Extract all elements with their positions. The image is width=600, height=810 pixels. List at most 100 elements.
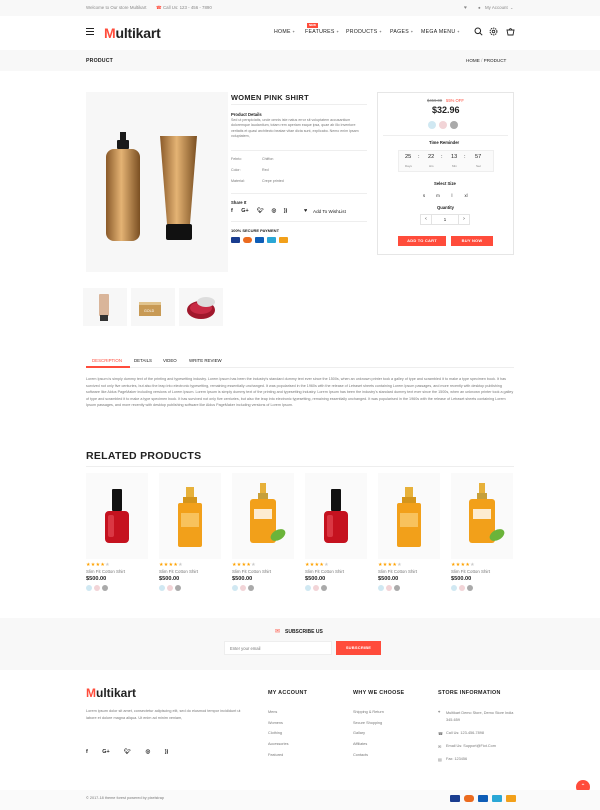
nav-features[interactable]: FEATURES + [305, 29, 339, 35]
product-name[interactable]: Slim Fit Cotton Shirt [378, 569, 440, 574]
color-swatch[interactable] [386, 585, 392, 591]
gear-icon[interactable] [489, 27, 498, 36]
spec-label: Material: [231, 179, 245, 183]
color-swatch[interactable] [167, 585, 173, 591]
qty-input[interactable]: 1 [432, 215, 458, 224]
nail-polish-icon[interactable] [305, 473, 367, 559]
tab-write-review[interactable]: WRITE REVIEW [189, 358, 222, 363]
footer-link-contacts[interactable]: Contacts [353, 753, 368, 757]
twitter-icon[interactable]: 🐦︎ [257, 208, 264, 214]
color-swatch[interactable] [313, 585, 319, 591]
footer-link-shipping[interactable]: Shipping & Return [353, 710, 384, 714]
color-swatch[interactable] [450, 121, 458, 129]
facebook-icon[interactable]: f [231, 208, 233, 214]
color-swatch[interactable] [248, 585, 254, 591]
nail-polish-icon[interactable] [86, 473, 148, 559]
timer-hours: 22 [428, 154, 435, 160]
subscribe-button[interactable]: SUBSCRIBE [336, 641, 381, 655]
facebook-icon[interactable]: f [86, 749, 88, 755]
add-to-wishlist-link[interactable]: Add To WishList [313, 209, 346, 214]
tab-description[interactable]: DESCRIPTION [92, 358, 122, 363]
color-swatch[interactable] [232, 585, 238, 591]
size-l[interactable]: l [446, 191, 458, 200]
nav-pages[interactable]: PAGES + [390, 29, 413, 35]
product-name[interactable]: Slim Fit Cotton Shirt [232, 569, 294, 574]
product-thumb-1[interactable] [83, 288, 127, 326]
footer-logo[interactable]: Multikart [86, 686, 136, 700]
oil-bottle-icon[interactable] [378, 473, 440, 559]
email-field[interactable]: Enter your email [224, 641, 332, 655]
product-name[interactable]: Slim Fit Cotton Shirt [86, 569, 148, 574]
color-swatch[interactable] [439, 121, 447, 129]
breadcrumb-home[interactable]: HOME [466, 58, 480, 63]
product-name[interactable]: Slim Fit Cotton Shirt [451, 569, 513, 574]
footer-link-accessories[interactable]: Accessories [268, 742, 288, 746]
size-m[interactable]: m [432, 191, 444, 200]
menu-icon[interactable] [86, 28, 94, 36]
fax-icon: ▤ [438, 758, 442, 762]
product-name[interactable]: Slim Fit Cotton Shirt [305, 569, 367, 574]
serum-bottle-icon[interactable] [451, 473, 513, 559]
related-product-card[interactable]: ★★★★★ Slim Fit Cotton Shirt $500.00 [378, 473, 440, 591]
rss-icon[interactable]: )) [165, 749, 169, 755]
add-to-cart-button[interactable]: ADD TO CART [398, 236, 446, 246]
color-swatch[interactable] [305, 585, 311, 591]
instagram-icon[interactable]: ◎ [271, 208, 276, 214]
footer-link-mens[interactable]: Mens [268, 710, 277, 714]
color-swatch[interactable] [175, 585, 181, 591]
footer-link-clothing[interactable]: Clothing [268, 731, 282, 735]
footer-link-secure[interactable]: Secure Shopping [353, 721, 382, 725]
cart-icon[interactable] [506, 27, 515, 36]
footer-link-featured[interactable]: Featured [268, 753, 283, 757]
tab-video[interactable]: VIDEO [163, 358, 177, 363]
product-thumb-3[interactable] [179, 288, 223, 326]
color-swatch[interactable] [459, 585, 465, 591]
color-swatch[interactable] [451, 585, 457, 591]
nav-mega-menu[interactable]: MEGA MENU + [421, 29, 460, 35]
serum-bottle-icon[interactable] [232, 473, 294, 559]
tab-details[interactable]: DETAILS [134, 358, 152, 363]
product-main-image[interactable] [86, 92, 228, 272]
buy-now-button[interactable]: BUY NOW [451, 236, 493, 246]
product-name[interactable]: Slim Fit Cotton Shirt [159, 569, 221, 574]
product-price: $500.00 [232, 576, 253, 582]
related-product-card[interactable]: ★★★★★ Slim Fit Cotton Shirt $500.00 [451, 473, 513, 591]
related-product-card[interactable]: ★★★★★ Slim Fit Cotton Shirt $500.00 [305, 473, 367, 591]
product-thumb-2[interactable]: GOLD [131, 288, 175, 326]
color-swatch[interactable] [394, 585, 400, 591]
search-icon[interactable] [474, 27, 483, 36]
color-swatch[interactable] [321, 585, 327, 591]
color-swatch[interactable] [467, 585, 473, 591]
my-account-link[interactable]: My Account [485, 5, 508, 10]
color-swatch[interactable] [159, 585, 165, 591]
color-swatch[interactable] [102, 585, 108, 591]
color-swatch[interactable] [378, 585, 384, 591]
rss-icon[interactable]: )) [284, 208, 288, 214]
color-swatch[interactable] [86, 585, 92, 591]
related-product-card[interactable]: ★★★★★ Slim Fit Cotton Shirt $500.00 [232, 473, 294, 591]
wishlist-heart-icon[interactable]: ♥ [304, 208, 307, 214]
nav-products[interactable]: PRODUCTS + [346, 29, 382, 35]
qty-minus-button[interactable]: ‹ [421, 215, 432, 224]
heart-icon[interactable]: ♥ [464, 5, 467, 11]
related-product-card[interactable]: ★★★★★ Slim Fit Cotton Shirt $500.00 [159, 473, 221, 591]
footer-link-womens[interactable]: Womens [268, 721, 283, 725]
google-plus-icon[interactable]: G+ [241, 208, 248, 214]
size-s[interactable]: s [418, 191, 430, 200]
color-swatch[interactable] [428, 121, 436, 129]
color-swatch[interactable] [240, 585, 246, 591]
secure-payment-label: 100% SECURE PAYMENT [231, 228, 280, 233]
size-xl[interactable]: xl [460, 191, 472, 200]
store-email[interactable]: Email Us: Support@Fiot.Com [446, 744, 496, 748]
instagram-icon[interactable]: ◎ [145, 749, 150, 755]
nav-home[interactable]: HOME + [274, 29, 295, 35]
footer-link-gallary[interactable]: Gallary [353, 731, 365, 735]
logo[interactable]: Multikart [104, 25, 161, 41]
google-plus-icon[interactable]: G+ [102, 749, 109, 755]
qty-plus-button[interactable]: › [458, 215, 469, 224]
color-swatch[interactable] [94, 585, 100, 591]
footer-link-affiliates[interactable]: Affiliates [353, 742, 367, 746]
twitter-icon[interactable]: 🐦︎ [124, 749, 131, 755]
related-product-card[interactable]: ★★★★★ Slim Fit Cotton Shirt $500.00 [86, 473, 148, 591]
oil-bottle-icon[interactable] [159, 473, 221, 559]
